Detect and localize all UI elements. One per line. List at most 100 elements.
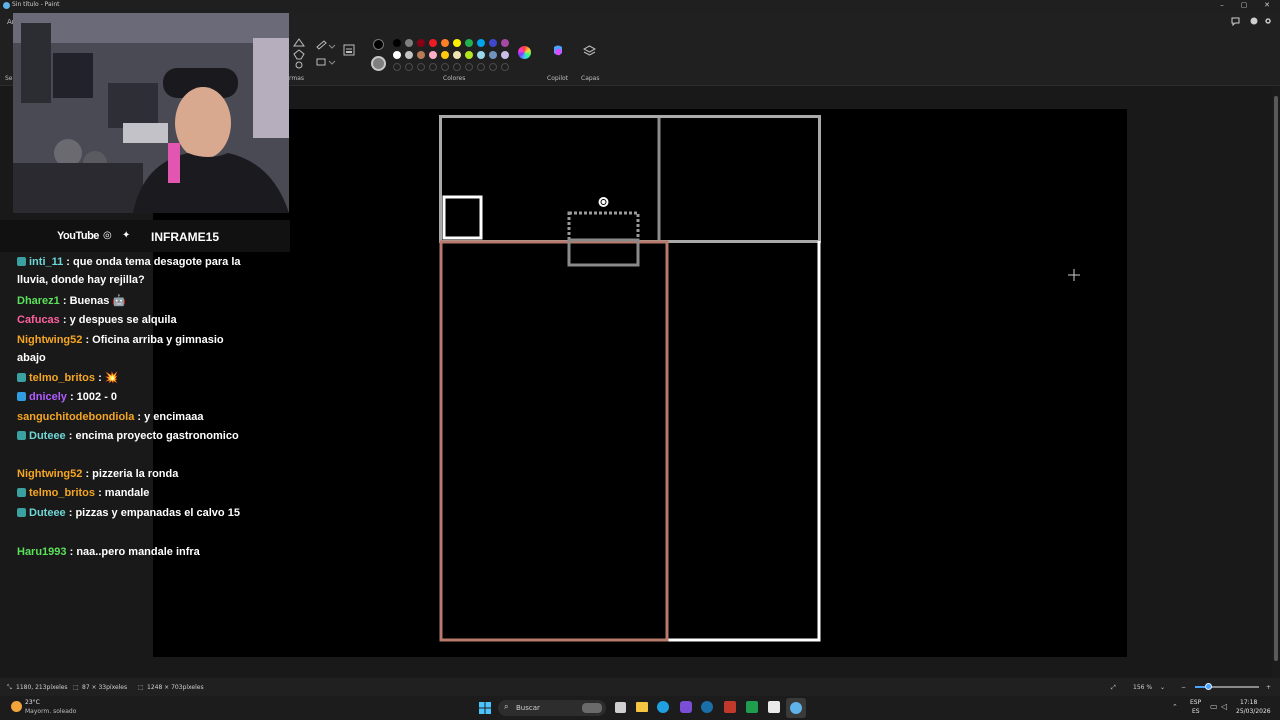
layers-icon[interactable]: [583, 45, 596, 58]
xbox-icon[interactable]: [746, 701, 758, 713]
chat-badge-icon: [17, 392, 26, 401]
custom-color-slot[interactable]: [393, 63, 401, 71]
custom-color-slot[interactable]: [405, 63, 413, 71]
shapes-gallery-icon[interactable]: [292, 38, 306, 70]
palette-color-swatch[interactable]: [405, 51, 413, 59]
language-top[interactable]: ESP: [1190, 699, 1201, 706]
weather-desc[interactable]: Mayorm. soleado: [25, 708, 76, 715]
chat-username[interactable]: inti_11: [29, 256, 63, 268]
clock-time[interactable]: 17:18: [1240, 699, 1257, 706]
minimize-button[interactable]: –: [1218, 1, 1226, 9]
palette-color-swatch[interactable]: [393, 51, 401, 59]
palette-color-swatch[interactable]: [429, 51, 437, 59]
chat-text: : encima proyecto gastronomico: [65, 430, 239, 442]
start-button-icon[interactable]: [479, 702, 491, 714]
colors-group-label: Colores: [443, 75, 466, 82]
palette-color-swatch[interactable]: [453, 39, 461, 47]
palette-color-swatch[interactable]: [405, 39, 413, 47]
vertical-scrollbar[interactable]: [1272, 86, 1280, 678]
custom-color-slot[interactable]: [453, 63, 461, 71]
chat-username[interactable]: Nightwing52: [17, 334, 82, 346]
paint-taskbar-icon: [790, 702, 802, 714]
chat-username[interactable]: Duteee: [29, 507, 66, 519]
volume-icon[interactable]: ◁: [1221, 702, 1227, 711]
custom-color-slot[interactable]: [441, 63, 449, 71]
custom-color-slot[interactable]: [477, 63, 485, 71]
palette-color-swatch[interactable]: [393, 39, 401, 47]
edge-browser-icon[interactable]: [657, 701, 669, 713]
chat-username[interactable]: dnicely: [29, 391, 67, 403]
webcam-feed: [13, 13, 289, 213]
palette-color-swatch[interactable]: [429, 39, 437, 47]
chat-username[interactable]: Dharez1: [17, 295, 60, 307]
palette-color-swatch[interactable]: [501, 51, 509, 59]
chat-badge-icon: [17, 431, 26, 440]
scrollbar-thumb[interactable]: [1274, 96, 1278, 661]
chat-username[interactable]: telmo_britos: [29, 487, 95, 499]
zoom-value[interactable]: 156 %: [1133, 684, 1152, 691]
palette-color-swatch[interactable]: [501, 39, 509, 47]
copilot-label: Copilot: [547, 75, 569, 82]
tray-overflow-icon[interactable]: ⌃: [1172, 703, 1178, 711]
chat-badge-icon: [17, 373, 26, 382]
cursor-position-icon: ⤡: [7, 684, 12, 691]
palette-color-swatch[interactable]: [489, 39, 497, 47]
palette-color-swatch[interactable]: [465, 39, 473, 47]
chat-username[interactable]: Nightwing52: [17, 468, 82, 480]
weather-temp[interactable]: 23°C: [25, 699, 40, 706]
chat-username[interactable]: telmo_britos: [29, 372, 95, 384]
zoom-in-icon[interactable]: +: [1266, 684, 1271, 691]
custom-color-slot[interactable]: [417, 63, 425, 71]
close-button[interactable]: ✕: [1263, 1, 1271, 9]
chat-text: : Buenas 🤖: [59, 295, 127, 307]
selection-rectangle: [567, 211, 640, 242]
network-icon[interactable]: ▭: [1210, 702, 1218, 711]
chat-username[interactable]: Cafucas: [17, 314, 60, 326]
palette-color-swatch[interactable]: [417, 51, 425, 59]
chat-text: : y despues se alquila: [59, 314, 177, 326]
fit-to-window-icon[interactable]: ⤢: [1111, 684, 1116, 692]
task-view-icon[interactable]: [615, 702, 626, 713]
chat-username[interactable]: sanguchitodebondiola: [17, 411, 134, 423]
copilot-icon[interactable]: [551, 44, 565, 58]
palette-color-swatch[interactable]: [465, 51, 473, 59]
weather-icon[interactable]: [11, 701, 22, 712]
custom-color-slot[interactable]: [465, 63, 473, 71]
palette-color-swatch[interactable]: [477, 51, 485, 59]
palette-color-swatch[interactable]: [453, 51, 461, 59]
primary-color-swatch[interactable]: [373, 39, 384, 50]
clock-date[interactable]: 25/03/2026: [1236, 708, 1271, 715]
canvas-size-icon: ⬚: [138, 684, 144, 691]
secondary-color-swatch[interactable]: [371, 56, 386, 71]
paint-taskbar-button[interactable]: [786, 698, 806, 718]
drawing-canvas[interactable]: [153, 109, 1127, 657]
search-highlight-image: [582, 703, 602, 713]
palette-color-swatch[interactable]: [477, 39, 485, 47]
custom-color-slot[interactable]: [501, 63, 509, 71]
palette-color-swatch[interactable]: [489, 51, 497, 59]
stroke-size-icon[interactable]: [343, 44, 355, 56]
palette-color-swatch[interactable]: [441, 51, 449, 59]
custom-color-slot[interactable]: [429, 63, 437, 71]
chat-message: Cafucas : y despues se alquila: [17, 312, 247, 330]
zoom-out-icon[interactable]: −: [1181, 684, 1186, 691]
steam-icon[interactable]: [701, 701, 713, 713]
chat-username[interactable]: Duteee: [29, 430, 66, 442]
palette-color-swatch[interactable]: [417, 39, 425, 47]
zoom-dropdown-icon[interactable]: ⌄: [1160, 684, 1165, 691]
file-explorer-icon[interactable]: [636, 702, 648, 712]
palette-color-swatch[interactable]: [441, 39, 449, 47]
zoom-slider-thumb[interactable]: [1205, 683, 1212, 690]
chat-username[interactable]: Haru1993: [17, 546, 67, 558]
zoom-slider[interactable]: [1195, 683, 1259, 690]
language-bottom[interactable]: ES: [1192, 708, 1200, 715]
edit-colors-icon[interactable]: [518, 46, 531, 59]
app-icon-white[interactable]: [768, 701, 780, 713]
chat-text: : 💥: [95, 372, 119, 384]
taskbar-search-box[interactable]: ⌕ Buscar: [498, 700, 606, 716]
custom-color-slot[interactable]: [489, 63, 497, 71]
maximize-button[interactable]: ▢: [1240, 1, 1248, 9]
outline-fill-icon[interactable]: [315, 39, 337, 69]
app-icon-red[interactable]: [724, 701, 736, 713]
app-icon-purple[interactable]: [680, 701, 692, 713]
